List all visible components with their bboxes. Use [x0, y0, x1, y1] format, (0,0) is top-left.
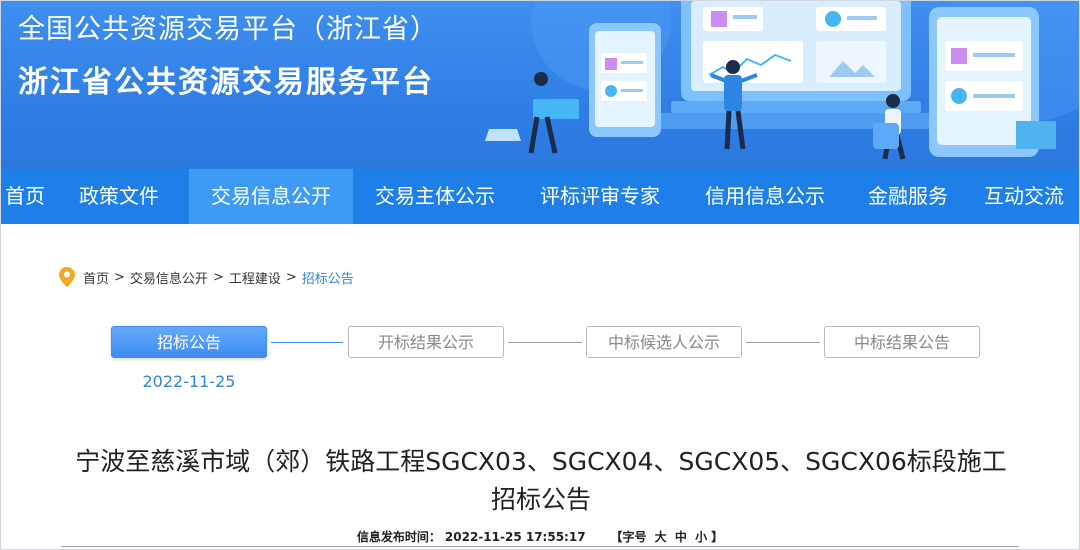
nav-item-home[interactable]: 首页	[1, 169, 49, 224]
breadcrumb-home[interactable]: 首页	[83, 268, 109, 287]
font-size-label: 【字号	[610, 530, 647, 544]
step-date: 2022-11-25	[142, 372, 236, 391]
site-title-provincial: 浙江省公共资源交易服务平台	[18, 65, 434, 100]
step-connector	[508, 342, 582, 343]
breadcrumb: 首页 > 交易信息公开 > 工程建设 > 招标公告	[59, 267, 354, 287]
banner-illustration	[485, 1, 1079, 160]
breadcrumb-current[interactable]: 招标公告	[302, 268, 354, 287]
font-size-large-button[interactable]: 大	[655, 530, 667, 544]
font-size-medium-button[interactable]: 中	[675, 530, 687, 544]
step-connector	[746, 342, 820, 343]
breadcrumb-trade-info[interactable]: 交易信息公开	[130, 268, 208, 287]
main-nav: 首页 政策文件 交易信息公开 交易主体公示 评标评审专家 信用信息公示 金融服务…	[1, 169, 1079, 224]
step-bid-opening-result[interactable]: 开标结果公示	[348, 326, 504, 358]
article-meta: 信息发布时间： 2022-11-25 17:55:17 【字号 大 中 小】	[1, 528, 1079, 545]
divider	[61, 546, 1019, 547]
article-title: 宁波至慈溪市域（郊）铁路工程SGCX03、SGCX04、SGCX05、SGCX0…	[41, 443, 1041, 519]
header-banner: 全国公共资源交易平台（浙江省） 浙江省公共资源交易服务平台	[1, 1, 1079, 169]
breadcrumb-separator: >	[285, 269, 297, 285]
step-award-result[interactable]: 中标结果公告	[824, 326, 980, 358]
step-tender-notice[interactable]: 招标公告	[111, 326, 267, 358]
nav-item-credit[interactable]: 信用信息公示	[683, 169, 847, 224]
breadcrumb-construction[interactable]: 工程建设	[229, 268, 281, 287]
article-title-line1: 宁波至慈溪市域（郊）铁路工程SGCX03、SGCX04、SGCX05、SGCX0…	[75, 447, 1007, 476]
step-winning-candidates[interactable]: 中标候选人公示	[586, 326, 742, 358]
breadcrumb-separator: >	[212, 269, 224, 285]
step-connector	[271, 342, 343, 343]
nav-item-interaction[interactable]: 互动交流	[969, 169, 1079, 224]
nav-item-finance[interactable]: 金融服务	[847, 169, 969, 224]
nav-item-trade-subjects[interactable]: 交易主体公示	[353, 169, 517, 224]
nav-item-policy[interactable]: 政策文件	[49, 169, 189, 224]
process-steps: 招标公告 开标结果公示 中标候选人公示 中标结果公告 2022-11-25	[1, 326, 1079, 391]
nav-item-trade-info[interactable]: 交易信息公开	[189, 169, 353, 224]
font-size-small-button[interactable]: 小	[695, 530, 707, 544]
article-title-line2: 招标公告	[490, 485, 591, 514]
breadcrumb-separator: >	[114, 269, 125, 285]
font-size-bracket-close: 】	[711, 530, 724, 544]
location-pin-icon	[59, 267, 75, 287]
site-title-national: 全国公共资源交易平台（浙江省）	[18, 14, 438, 45]
nav-item-experts[interactable]: 评标评审专家	[517, 169, 683, 224]
publish-time: 2022-11-25 17:55:17	[444, 530, 586, 544]
page-frame: 全国公共资源交易平台（浙江省） 浙江省公共资源交易服务平台 首页 政策文件 交易…	[0, 0, 1080, 550]
publish-time-label: 信息发布时间：	[356, 530, 441, 544]
